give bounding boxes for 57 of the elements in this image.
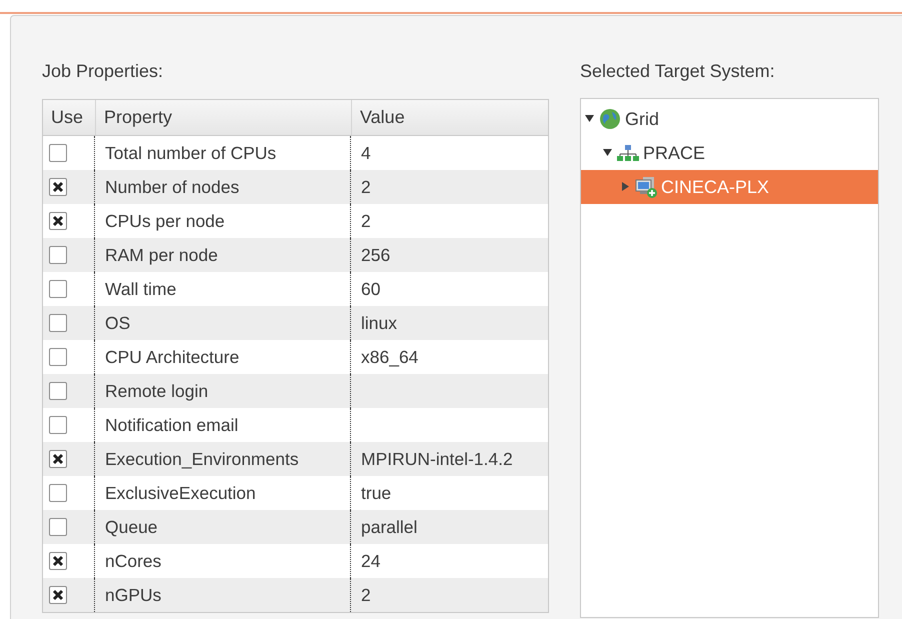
property-value: 60 bbox=[361, 278, 380, 301]
checkbox[interactable] bbox=[49, 314, 67, 332]
property-value: linux bbox=[361, 312, 397, 335]
cross-mark-icon bbox=[52, 555, 64, 567]
property-name: Notification email bbox=[105, 414, 238, 437]
property-value: 24 bbox=[361, 550, 380, 573]
property-value: 2 bbox=[361, 176, 371, 199]
checkbox[interactable] bbox=[49, 586, 67, 604]
property-name: Total number of CPUs bbox=[105, 142, 276, 165]
checkbox[interactable] bbox=[49, 212, 67, 230]
property-value: MPIRUN-intel-1.4.2 bbox=[361, 448, 513, 471]
checkbox[interactable] bbox=[49, 382, 67, 400]
tree-item[interactable]: Grid bbox=[581, 102, 878, 136]
cross-mark-icon bbox=[52, 181, 64, 193]
section-title: Selected Target System: bbox=[580, 60, 776, 83]
column-header[interactable]: Value bbox=[351, 100, 548, 135]
checkbox[interactable] bbox=[49, 144, 67, 162]
checkbox[interactable] bbox=[49, 450, 67, 468]
property-value: 2 bbox=[361, 584, 371, 607]
property-name: RAM per node bbox=[105, 244, 218, 267]
computer-icon bbox=[635, 176, 657, 198]
property-value: 256 bbox=[361, 244, 390, 267]
checkbox[interactable] bbox=[49, 246, 67, 264]
network-icon bbox=[617, 144, 639, 162]
checkbox[interactable] bbox=[49, 178, 67, 196]
property-name: CPUs per node bbox=[105, 210, 225, 233]
checkbox[interactable] bbox=[49, 518, 67, 536]
cross-mark-icon bbox=[52, 453, 64, 465]
cross-mark-icon bbox=[52, 589, 64, 601]
property-name: OS bbox=[105, 312, 130, 335]
checkbox[interactable] bbox=[49, 348, 67, 366]
property-value: parallel bbox=[361, 516, 418, 539]
property-value: true bbox=[361, 482, 392, 505]
property-name: nGPUs bbox=[105, 584, 162, 607]
globe-icon bbox=[599, 108, 621, 130]
tree-item[interactable]: PRACE bbox=[581, 136, 878, 170]
property-value: 2 bbox=[361, 210, 371, 233]
property-name: Wall time bbox=[105, 278, 176, 301]
property-value: x86_64 bbox=[361, 346, 418, 369]
property-name: Number of nodes bbox=[105, 176, 240, 199]
checkbox[interactable] bbox=[49, 552, 67, 570]
column-header[interactable]: Use bbox=[43, 100, 95, 135]
section-title: Job Properties: bbox=[42, 60, 164, 83]
checkbox[interactable] bbox=[49, 416, 67, 434]
expander-icon[interactable] bbox=[603, 148, 613, 158]
property-name: Execution_Environments bbox=[105, 448, 299, 471]
property-name: Queue bbox=[105, 516, 158, 539]
checkbox[interactable] bbox=[49, 484, 67, 502]
cross-mark-icon bbox=[52, 215, 64, 227]
checkbox[interactable] bbox=[49, 280, 67, 298]
column-header[interactable]: Property bbox=[95, 100, 351, 135]
property-name: nCores bbox=[105, 550, 162, 573]
expander-icon[interactable] bbox=[585, 114, 595, 124]
property-name: ExclusiveExecution bbox=[105, 482, 256, 505]
property-value: 4 bbox=[361, 142, 371, 165]
property-name: Remote login bbox=[105, 380, 208, 403]
property-name: CPU Architecture bbox=[105, 346, 240, 369]
